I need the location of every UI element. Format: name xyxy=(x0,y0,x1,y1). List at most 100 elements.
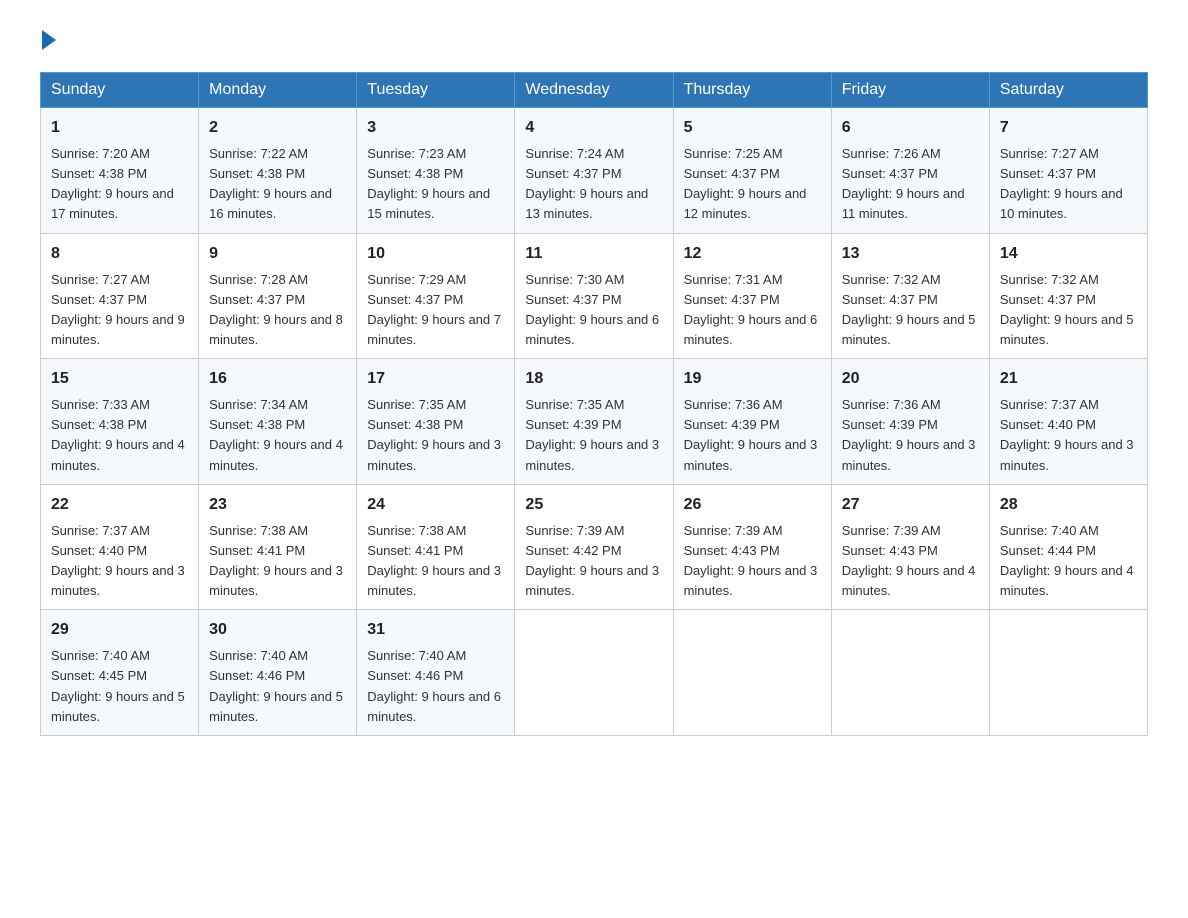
day-number: 8 xyxy=(51,242,188,266)
calendar-week-row: 15 Sunrise: 7:33 AMSunset: 4:38 PMDaylig… xyxy=(41,359,1148,485)
day-info: Sunrise: 7:20 AMSunset: 4:38 PMDaylight:… xyxy=(51,146,174,221)
day-number: 26 xyxy=(684,493,821,517)
weekday-header-thursday: Thursday xyxy=(673,73,831,108)
calendar-cell: 19 Sunrise: 7:36 AMSunset: 4:39 PMDaylig… xyxy=(673,359,831,485)
day-info: Sunrise: 7:27 AMSunset: 4:37 PMDaylight:… xyxy=(51,272,185,347)
day-info: Sunrise: 7:28 AMSunset: 4:37 PMDaylight:… xyxy=(209,272,343,347)
calendar-cell: 5 Sunrise: 7:25 AMSunset: 4:37 PMDayligh… xyxy=(673,108,831,234)
day-number: 3 xyxy=(367,116,504,140)
calendar-week-row: 1 Sunrise: 7:20 AMSunset: 4:38 PMDayligh… xyxy=(41,108,1148,234)
calendar-cell: 28 Sunrise: 7:40 AMSunset: 4:44 PMDaylig… xyxy=(989,484,1147,610)
day-number: 28 xyxy=(1000,493,1137,517)
day-info: Sunrise: 7:26 AMSunset: 4:37 PMDaylight:… xyxy=(842,146,965,221)
calendar-cell: 22 Sunrise: 7:37 AMSunset: 4:40 PMDaylig… xyxy=(41,484,199,610)
calendar-cell: 6 Sunrise: 7:26 AMSunset: 4:37 PMDayligh… xyxy=(831,108,989,234)
logo-arrow-icon xyxy=(42,30,56,50)
day-number: 7 xyxy=(1000,116,1137,140)
day-number: 24 xyxy=(367,493,504,517)
day-number: 27 xyxy=(842,493,979,517)
weekday-header-sunday: Sunday xyxy=(41,73,199,108)
calendar-cell: 7 Sunrise: 7:27 AMSunset: 4:37 PMDayligh… xyxy=(989,108,1147,234)
day-info: Sunrise: 7:29 AMSunset: 4:37 PMDaylight:… xyxy=(367,272,501,347)
day-number: 19 xyxy=(684,367,821,391)
day-number: 14 xyxy=(1000,242,1137,266)
calendar-cell: 15 Sunrise: 7:33 AMSunset: 4:38 PMDaylig… xyxy=(41,359,199,485)
calendar-cell: 20 Sunrise: 7:36 AMSunset: 4:39 PMDaylig… xyxy=(831,359,989,485)
day-info: Sunrise: 7:40 AMSunset: 4:46 PMDaylight:… xyxy=(209,648,343,723)
day-info: Sunrise: 7:40 AMSunset: 4:46 PMDaylight:… xyxy=(367,648,501,723)
calendar-cell: 9 Sunrise: 7:28 AMSunset: 4:37 PMDayligh… xyxy=(199,233,357,359)
calendar-cell: 14 Sunrise: 7:32 AMSunset: 4:37 PMDaylig… xyxy=(989,233,1147,359)
day-info: Sunrise: 7:30 AMSunset: 4:37 PMDaylight:… xyxy=(525,272,659,347)
calendar-cell: 31 Sunrise: 7:40 AMSunset: 4:46 PMDaylig… xyxy=(357,610,515,736)
calendar-cell: 25 Sunrise: 7:39 AMSunset: 4:42 PMDaylig… xyxy=(515,484,673,610)
calendar-cell: 17 Sunrise: 7:35 AMSunset: 4:38 PMDaylig… xyxy=(357,359,515,485)
day-info: Sunrise: 7:38 AMSunset: 4:41 PMDaylight:… xyxy=(367,523,501,598)
day-number: 17 xyxy=(367,367,504,391)
day-number: 10 xyxy=(367,242,504,266)
day-info: Sunrise: 7:35 AMSunset: 4:38 PMDaylight:… xyxy=(367,397,501,472)
weekday-header-tuesday: Tuesday xyxy=(357,73,515,108)
day-number: 30 xyxy=(209,618,346,642)
calendar-cell xyxy=(515,610,673,736)
calendar-cell: 29 Sunrise: 7:40 AMSunset: 4:45 PMDaylig… xyxy=(41,610,199,736)
day-number: 15 xyxy=(51,367,188,391)
calendar-cell: 8 Sunrise: 7:27 AMSunset: 4:37 PMDayligh… xyxy=(41,233,199,359)
day-info: Sunrise: 7:38 AMSunset: 4:41 PMDaylight:… xyxy=(209,523,343,598)
day-number: 2 xyxy=(209,116,346,140)
calendar-cell: 16 Sunrise: 7:34 AMSunset: 4:38 PMDaylig… xyxy=(199,359,357,485)
day-number: 21 xyxy=(1000,367,1137,391)
calendar-cell: 12 Sunrise: 7:31 AMSunset: 4:37 PMDaylig… xyxy=(673,233,831,359)
day-info: Sunrise: 7:32 AMSunset: 4:37 PMDaylight:… xyxy=(842,272,976,347)
day-info: Sunrise: 7:34 AMSunset: 4:38 PMDaylight:… xyxy=(209,397,343,472)
day-info: Sunrise: 7:40 AMSunset: 4:44 PMDaylight:… xyxy=(1000,523,1134,598)
day-number: 22 xyxy=(51,493,188,517)
day-info: Sunrise: 7:32 AMSunset: 4:37 PMDaylight:… xyxy=(1000,272,1134,347)
page-header xyxy=(40,30,1148,52)
day-info: Sunrise: 7:25 AMSunset: 4:37 PMDaylight:… xyxy=(684,146,807,221)
calendar-cell xyxy=(989,610,1147,736)
day-number: 1 xyxy=(51,116,188,140)
day-info: Sunrise: 7:36 AMSunset: 4:39 PMDaylight:… xyxy=(842,397,976,472)
day-info: Sunrise: 7:37 AMSunset: 4:40 PMDaylight:… xyxy=(51,523,185,598)
weekday-header-monday: Monday xyxy=(199,73,357,108)
calendar-week-row: 22 Sunrise: 7:37 AMSunset: 4:40 PMDaylig… xyxy=(41,484,1148,610)
calendar-cell: 23 Sunrise: 7:38 AMSunset: 4:41 PMDaylig… xyxy=(199,484,357,610)
calendar-table: SundayMondayTuesdayWednesdayThursdayFrid… xyxy=(40,72,1148,736)
day-info: Sunrise: 7:31 AMSunset: 4:37 PMDaylight:… xyxy=(684,272,818,347)
day-info: Sunrise: 7:39 AMSunset: 4:43 PMDaylight:… xyxy=(684,523,818,598)
calendar-cell: 4 Sunrise: 7:24 AMSunset: 4:37 PMDayligh… xyxy=(515,108,673,234)
calendar-cell: 26 Sunrise: 7:39 AMSunset: 4:43 PMDaylig… xyxy=(673,484,831,610)
calendar-cell xyxy=(673,610,831,736)
day-info: Sunrise: 7:40 AMSunset: 4:45 PMDaylight:… xyxy=(51,648,185,723)
day-number: 13 xyxy=(842,242,979,266)
day-info: Sunrise: 7:27 AMSunset: 4:37 PMDaylight:… xyxy=(1000,146,1123,221)
day-number: 4 xyxy=(525,116,662,140)
day-info: Sunrise: 7:39 AMSunset: 4:42 PMDaylight:… xyxy=(525,523,659,598)
calendar-cell: 1 Sunrise: 7:20 AMSunset: 4:38 PMDayligh… xyxy=(41,108,199,234)
weekday-header-wednesday: Wednesday xyxy=(515,73,673,108)
calendar-cell: 10 Sunrise: 7:29 AMSunset: 4:37 PMDaylig… xyxy=(357,233,515,359)
calendar-cell: 2 Sunrise: 7:22 AMSunset: 4:38 PMDayligh… xyxy=(199,108,357,234)
day-info: Sunrise: 7:23 AMSunset: 4:38 PMDaylight:… xyxy=(367,146,490,221)
day-info: Sunrise: 7:33 AMSunset: 4:38 PMDaylight:… xyxy=(51,397,185,472)
day-number: 29 xyxy=(51,618,188,642)
logo xyxy=(40,30,56,52)
calendar-cell: 3 Sunrise: 7:23 AMSunset: 4:38 PMDayligh… xyxy=(357,108,515,234)
day-info: Sunrise: 7:22 AMSunset: 4:38 PMDaylight:… xyxy=(209,146,332,221)
calendar-cell: 18 Sunrise: 7:35 AMSunset: 4:39 PMDaylig… xyxy=(515,359,673,485)
day-info: Sunrise: 7:39 AMSunset: 4:43 PMDaylight:… xyxy=(842,523,976,598)
day-number: 11 xyxy=(525,242,662,266)
day-info: Sunrise: 7:35 AMSunset: 4:39 PMDaylight:… xyxy=(525,397,659,472)
day-number: 23 xyxy=(209,493,346,517)
calendar-cell: 13 Sunrise: 7:32 AMSunset: 4:37 PMDaylig… xyxy=(831,233,989,359)
calendar-cell: 11 Sunrise: 7:30 AMSunset: 4:37 PMDaylig… xyxy=(515,233,673,359)
day-number: 9 xyxy=(209,242,346,266)
day-number: 12 xyxy=(684,242,821,266)
calendar-cell: 27 Sunrise: 7:39 AMSunset: 4:43 PMDaylig… xyxy=(831,484,989,610)
calendar-week-row: 29 Sunrise: 7:40 AMSunset: 4:45 PMDaylig… xyxy=(41,610,1148,736)
day-info: Sunrise: 7:24 AMSunset: 4:37 PMDaylight:… xyxy=(525,146,648,221)
day-number: 25 xyxy=(525,493,662,517)
day-number: 31 xyxy=(367,618,504,642)
calendar-cell: 30 Sunrise: 7:40 AMSunset: 4:46 PMDaylig… xyxy=(199,610,357,736)
